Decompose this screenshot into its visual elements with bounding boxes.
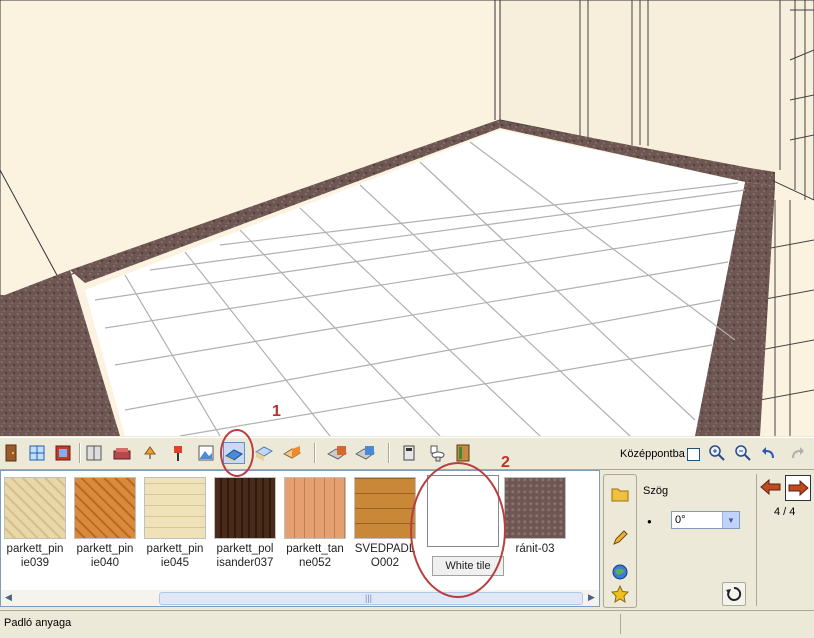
scrollbar-thumb[interactable]: ||| xyxy=(159,592,583,605)
brick-wall-icon[interactable] xyxy=(326,442,348,464)
material-label-line2: ie045 xyxy=(160,557,190,569)
next-page-button[interactable] xyxy=(785,475,811,501)
material-swatch-block-tan xyxy=(284,477,346,539)
tile-wall-icon[interactable] xyxy=(354,442,376,464)
material-swatch-diag-orange xyxy=(74,477,136,539)
material-item[interactable]: parkett_tan ne052 xyxy=(281,477,349,570)
material-label-line2: ie040 xyxy=(90,557,120,569)
material-label-line1: parkett_pol xyxy=(216,543,274,555)
floor-lamp-icon[interactable] xyxy=(167,442,189,464)
window-icon[interactable] xyxy=(26,442,48,464)
center-label: Középpontba xyxy=(620,448,685,460)
angle-label: Szög xyxy=(643,485,669,497)
door-icon[interactable] xyxy=(0,442,22,464)
material-label-line2: ne052 xyxy=(299,557,331,569)
appliance-icon[interactable] xyxy=(398,442,420,464)
folder-icon[interactable] xyxy=(609,483,631,505)
previous-page-button[interactable] xyxy=(760,476,782,498)
material-label-line1: parkett_tan xyxy=(286,543,344,555)
star-icon[interactable] xyxy=(609,583,631,605)
status-panel xyxy=(620,614,811,634)
material-label-line1: parkett_pin xyxy=(76,543,134,555)
material-item[interactable]: parkett_pin ie045 xyxy=(141,477,209,570)
material-item[interactable]: parkett_pin ie039 xyxy=(1,477,69,570)
annotation-number-2: 2 xyxy=(501,454,510,471)
material-swatch-block-light xyxy=(144,477,206,539)
material-label-line1: ránit-03 xyxy=(515,543,555,555)
sofa-icon[interactable] xyxy=(111,442,133,464)
angle-panel: Szög ● 0° ▼ xyxy=(638,474,753,606)
previous-page-icon xyxy=(760,478,781,496)
material-item[interactable]: SVEDPADL O002 xyxy=(351,477,419,570)
pencil-icon[interactable] xyxy=(609,527,631,549)
material-swatch-diag-light xyxy=(4,477,66,539)
undo-icon[interactable] xyxy=(758,442,780,464)
center-checkbox[interactable] xyxy=(687,448,700,461)
angle-select[interactable]: 0° ▼ xyxy=(671,511,740,529)
material-label-line2: O002 xyxy=(370,557,400,569)
status-text: Padló anyaga xyxy=(4,617,72,629)
lamp-icon[interactable] xyxy=(139,442,161,464)
material-swatch-plank xyxy=(354,477,416,539)
material-item[interactable]: ránit-03 xyxy=(501,477,569,556)
redo-icon[interactable] xyxy=(786,442,808,464)
material-swatch-dark-wood xyxy=(214,477,276,539)
annotation-circle-1 xyxy=(220,429,254,477)
refresh-button[interactable] xyxy=(722,582,746,606)
material-label-line1: SVEDPADL xyxy=(354,543,416,555)
wall-texture-icon[interactable] xyxy=(52,442,74,464)
object-toolbar: Középpontba xyxy=(0,437,814,470)
refresh-icon xyxy=(726,586,742,601)
material-library: parkett_pin ie039 parkett_pin ie040 parket… xyxy=(0,470,600,607)
scroll-right-icon[interactable]: ▶ xyxy=(588,592,595,603)
globe-icon[interactable] xyxy=(609,561,631,583)
library-pager: 4 / 4 xyxy=(756,474,813,606)
picture-icon[interactable] xyxy=(195,442,217,464)
next-page-icon xyxy=(788,479,809,497)
chevron-down-icon[interactable]: ▼ xyxy=(722,512,739,528)
material-swatch-granite xyxy=(504,477,566,539)
ceiling-material-icon[interactable] xyxy=(253,442,275,464)
material-item[interactable]: parkett_pin ie040 xyxy=(71,477,139,570)
material-label-line1: parkett_pin xyxy=(146,543,204,555)
annotation-circle-2 xyxy=(410,462,506,598)
material-item[interactable]: parkett_pol isander037 xyxy=(211,477,279,570)
zoom-in-icon[interactable] xyxy=(706,442,728,464)
scroll-left-icon[interactable]: ◀ xyxy=(5,592,12,603)
zoom-out-icon[interactable] xyxy=(732,442,754,464)
angle-radio[interactable]: ● xyxy=(647,517,652,526)
horizontal-scrollbar[interactable]: ◀ ||| ▶ xyxy=(1,590,599,606)
library-side-buttons xyxy=(603,474,637,608)
annotation-number-1: 1 xyxy=(272,403,281,420)
status-bar: Padló anyaga xyxy=(0,610,814,638)
material-label-line2: ie039 xyxy=(20,557,50,569)
page-counter: 4 / 4 xyxy=(774,506,796,518)
angle-value: 0° xyxy=(675,514,686,526)
toilet-icon[interactable] xyxy=(426,442,448,464)
tall-cabinet-icon[interactable] xyxy=(452,442,474,464)
cabinet-icon[interactable] xyxy=(83,442,105,464)
material-label-line1: parkett_pin xyxy=(6,543,64,555)
room-render xyxy=(0,0,814,436)
3d-viewport[interactable] xyxy=(0,0,814,436)
material-label-line2: isander037 xyxy=(216,557,274,569)
wall-material-icon[interactable] xyxy=(281,442,303,464)
